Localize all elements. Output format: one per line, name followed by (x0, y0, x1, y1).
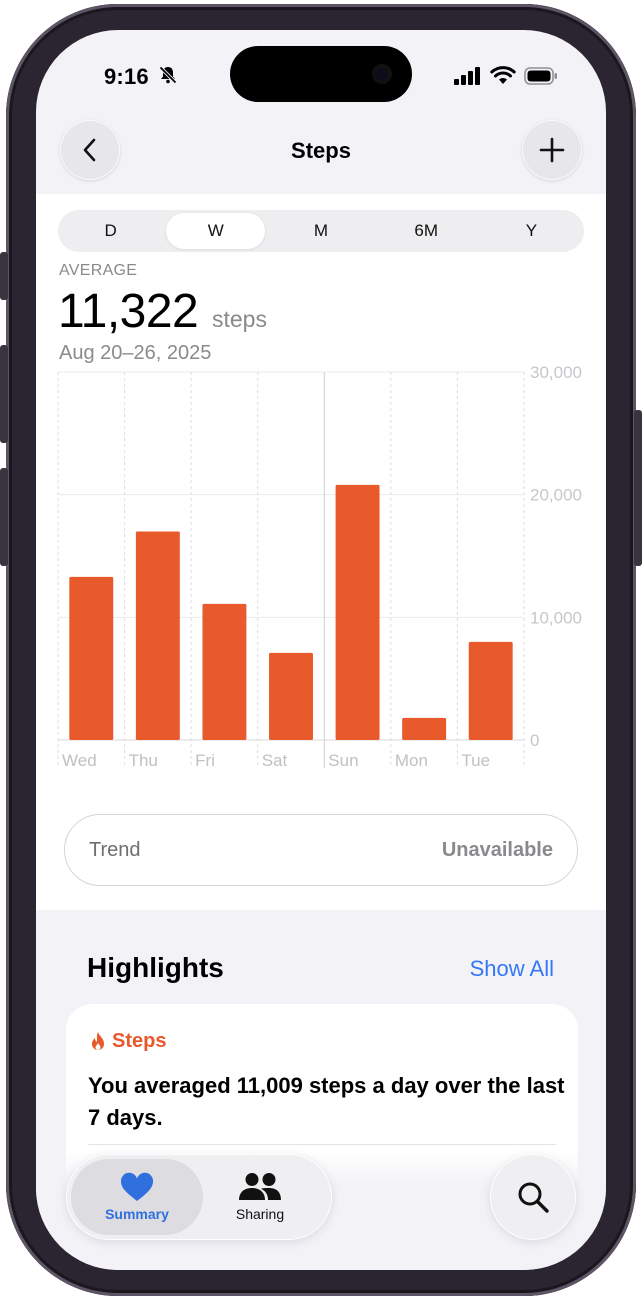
trend-value: Unavailable (441, 838, 553, 861)
bar-sat[interactable] (269, 652, 313, 740)
dynamic-island (230, 46, 412, 102)
bar-thu[interactable] (135, 531, 180, 740)
people-icon (239, 1173, 281, 1200)
screen: 9:16 Steps D W M 6M Y AVERAGE 11,322 ste… (36, 30, 606, 1270)
signal-icon (454, 67, 480, 85)
page-title: Steps (291, 138, 351, 163)
tab-summary[interactable]: Summary (71, 1159, 203, 1235)
highlight-card-header: Steps (88, 1030, 166, 1053)
volume-up-button (0, 345, 8, 443)
x-tick-label: Fri (195, 751, 215, 770)
x-tick-label: Sun (328, 751, 358, 770)
segment-week[interactable]: W (166, 213, 266, 249)
volume-down-button (0, 468, 8, 566)
bar-mon[interactable] (402, 717, 447, 740)
average-unit: steps (212, 306, 267, 332)
bell-slash-icon (158, 65, 178, 85)
time-range-picker: D W M 6M Y (58, 210, 584, 252)
trend-label: Trend (89, 838, 141, 861)
action-button (0, 252, 8, 300)
add-data-button[interactable] (522, 120, 582, 180)
bar-wed[interactable] (69, 576, 114, 740)
bar-fri[interactable] (202, 603, 247, 740)
status-time: 9:16 (104, 64, 149, 89)
show-all-link[interactable]: Show All (470, 956, 554, 982)
wifi-icon (490, 66, 516, 84)
average-value: 11,322 (58, 285, 199, 338)
heart-icon (120, 1172, 154, 1201)
y-tick-label: 10,000 (530, 608, 582, 627)
x-tick-label: Thu (129, 751, 158, 770)
flame-icon (92, 1031, 104, 1050)
bar-sun[interactable] (335, 484, 380, 740)
search-button[interactable] (490, 1154, 576, 1240)
highlight-text: You averaged 11,009 steps a day over the… (88, 1073, 565, 1130)
x-tick-label: Tue (461, 751, 490, 770)
highlight-divider (88, 1144, 556, 1145)
search-icon (518, 1182, 549, 1213)
x-tick-label: Sat (262, 751, 288, 770)
y-tick-label: 0 (530, 731, 539, 750)
y-tick-label: 30,000 (530, 363, 582, 382)
segment-day[interactable]: D (61, 213, 160, 249)
steps-bar-chart[interactable]: 0 10,000 20,000 30,000 Wed Thu Fri Sat Sun Mon Tue (36, 362, 606, 802)
trend-row[interactable]: Trend Unavailable (64, 814, 578, 886)
battery-icon (524, 67, 557, 85)
segment-6-months[interactable]: 6M (377, 213, 476, 249)
bar-tue[interactable] (468, 641, 513, 740)
x-tick-label: Mon (395, 751, 428, 770)
nav-header: Steps (36, 118, 606, 194)
power-button (634, 410, 642, 566)
y-tick-label: 20,000 (530, 486, 582, 505)
tab-summary-label: Summary (105, 1206, 169, 1222)
tab-bar: Summary Sharing (66, 1154, 332, 1240)
segment-year[interactable]: Y (482, 213, 581, 249)
tab-sharing[interactable]: Sharing (194, 1159, 326, 1235)
status-icons (454, 66, 558, 86)
highlight-category: Steps (112, 1030, 167, 1052)
x-tick-label: Wed (62, 751, 97, 770)
steps-chart-panel: D W M 6M Y AVERAGE 11,322 steps Aug 20–2… (36, 194, 606, 910)
average-label: AVERAGE (59, 262, 138, 279)
plus-icon (539, 137, 565, 163)
segment-month[interactable]: M (271, 213, 370, 249)
tab-sharing-label: Sharing (235, 1206, 285, 1222)
highlights-title: Highlights (87, 952, 224, 983)
